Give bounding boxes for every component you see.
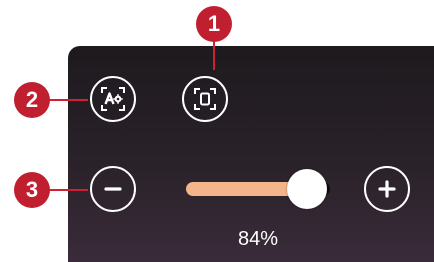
auto-fit-icon — [101, 87, 125, 111]
callout-1-leader — [213, 40, 215, 70]
callout-2-badge: 2 — [14, 82, 50, 118]
callout-2-number: 2 — [25, 87, 39, 112]
zoom-in-button[interactable] — [364, 166, 410, 212]
callout-2-leader — [48, 99, 88, 101]
zoom-out-button[interactable] — [90, 166, 136, 212]
callout-1-number: 1 — [207, 11, 221, 36]
auto-fit-button[interactable] — [90, 76, 136, 122]
plus-icon — [378, 180, 396, 198]
callout-3-badge: 3 — [14, 172, 50, 208]
zoom-level-text: 84% — [237, 228, 279, 250]
zoom-slider[interactable] — [186, 169, 330, 209]
fit-screen-icon — [194, 88, 216, 110]
callout-1-badge: 1 — [196, 6, 232, 42]
callout-3-number: 3 — [25, 177, 39, 202]
zoom-slider-thumb[interactable] — [286, 169, 327, 209]
fit-screen-button[interactable] — [182, 76, 228, 122]
callout-3-leader — [48, 189, 88, 191]
minus-icon — [104, 187, 122, 191]
